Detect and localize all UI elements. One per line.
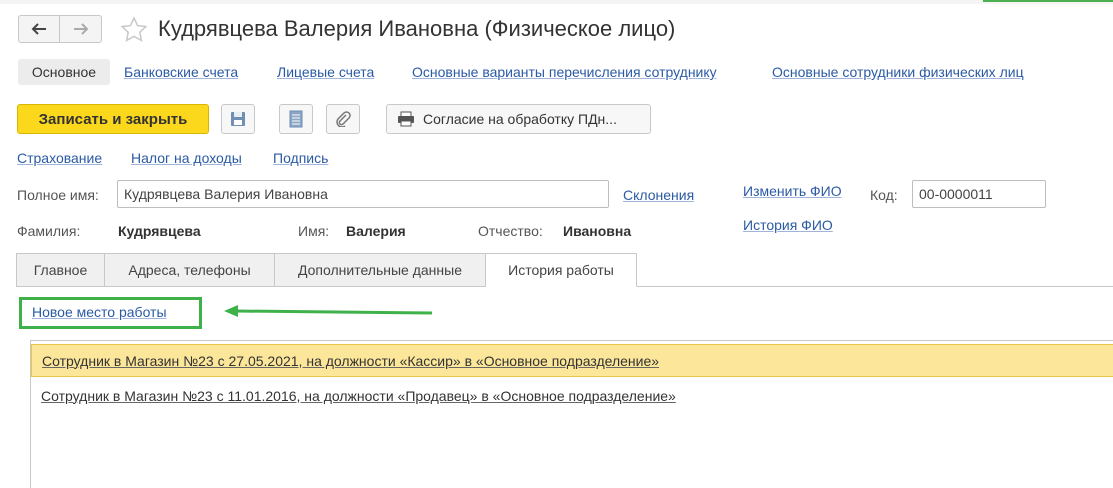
insurance-link[interactable]: Страхование: [17, 150, 102, 166]
attachments-button[interactable]: [326, 104, 360, 134]
signature-link[interactable]: Подпись: [273, 150, 328, 166]
tab-addresses-phones[interactable]: Адреса, телефоны: [105, 253, 275, 287]
declensions-link[interactable]: Склонения: [623, 187, 694, 203]
printer-icon: [398, 111, 414, 127]
save-button[interactable]: [221, 104, 255, 134]
income-tax-link[interactable]: Налог на доходы: [131, 150, 242, 166]
code-field[interactable]: 00-0000011: [912, 180, 1046, 208]
section-tab-main[interactable]: Основное: [18, 59, 110, 85]
list-item-text[interactable]: Сотрудник в Магазин №23 с 27.05.2021, на…: [42, 353, 659, 369]
annotation-arrow-icon: [224, 305, 433, 317]
section-tab-personal-accounts[interactable]: Лицевые счета: [277, 59, 374, 85]
arrow-right-icon: [73, 23, 88, 35]
forward-button[interactable]: [60, 15, 102, 43]
patronymic-value: Ивановна: [563, 223, 632, 239]
section-tab-bank-accounts[interactable]: Банковские счета: [124, 59, 238, 85]
page-title: Кудрявцева Валерия Ивановна (Физическое …: [158, 16, 676, 41]
consent-button[interactable]: Согласие на обработку ПДн...: [386, 104, 651, 134]
arrow-left-icon: [31, 23, 46, 35]
code-label: Код:: [870, 187, 898, 203]
section-tab-payment-options[interactable]: Основные варианты перечисления сотрудник…: [412, 59, 717, 85]
name-label: Имя:: [298, 223, 330, 239]
paperclip-icon: [336, 111, 351, 127]
tab-main[interactable]: Главное: [16, 253, 105, 287]
tab-work-history[interactable]: История работы: [486, 253, 637, 287]
new-workplace-link[interactable]: Новое место работы: [32, 304, 167, 320]
window-top-strip: [0, 0, 1113, 4]
full-name-field[interactable]: Кудрявцева Валерия Ивановна: [117, 180, 609, 208]
fio-history-link[interactable]: История ФИО: [743, 217, 833, 233]
save-and-close-button[interactable]: Записать и закрыть: [17, 104, 209, 134]
list-item[interactable]: Сотрудник в Магазин №23 с 27.05.2021, на…: [31, 344, 1113, 377]
section-tab-main-employees[interactable]: Основные сотрудники физических лиц: [772, 59, 1024, 85]
list-item[interactable]: Сотрудник в Магазин №23 с 11.01.2016, на…: [31, 379, 1113, 412]
back-button[interactable]: [18, 15, 60, 43]
full-name-label: Полное имя:: [17, 187, 99, 203]
document-list-icon: [289, 110, 303, 128]
work-history-list[interactable]: Сотрудник в Магазин №23 с 27.05.2021, на…: [30, 340, 1113, 488]
report-button[interactable]: [279, 104, 313, 134]
consent-button-label: Согласие на обработку ПДн...: [423, 111, 617, 127]
tab-additional-data[interactable]: Дополнительные данные: [275, 253, 486, 287]
list-item-text[interactable]: Сотрудник в Магазин №23 с 11.01.2016, на…: [41, 388, 676, 404]
patronymic-label: Отчество:: [478, 223, 543, 239]
surname-label: Фамилия:: [17, 223, 81, 239]
name-value: Валерия: [346, 223, 406, 239]
floppy-disk-icon: [231, 112, 245, 126]
favorite-star-icon[interactable]: [120, 16, 148, 45]
surname-value: Кудрявцева: [118, 223, 201, 239]
change-fio-link[interactable]: Изменить ФИО: [743, 183, 842, 199]
